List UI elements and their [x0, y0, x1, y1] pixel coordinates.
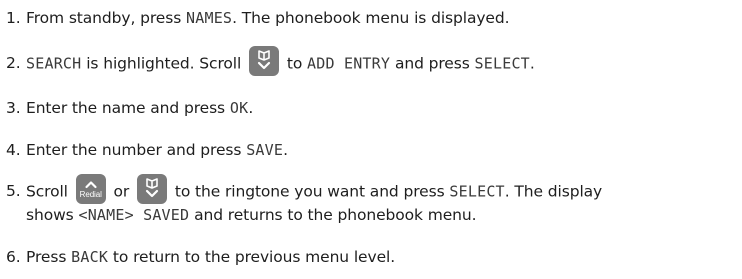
text-fragment: to the ringtone you want and press	[170, 182, 450, 201]
text-fragment: to	[282, 54, 308, 73]
step-3: 3. Enter the name and press OK.	[6, 97, 736, 120]
lcd-label-ok: OK	[229, 99, 249, 117]
step-4: 4. Enter the number and press SAVE.	[6, 139, 736, 162]
text-fragment: . The display	[504, 182, 603, 201]
step-text: From standby, press NAMES. The phonebook…	[26, 7, 736, 30]
redial-key-label: Redial	[79, 190, 102, 199]
text-fragment: and returns to the phonebook menu.	[189, 206, 477, 224]
text-fragment: From standby, press	[26, 9, 186, 27]
text-fragment: Scroll	[26, 182, 73, 201]
text-fragment: Enter the name and press	[26, 99, 230, 117]
text-fragment: and press	[390, 54, 475, 73]
step-text: SEARCH is highlighted. Scroll to ADD ENT…	[26, 46, 736, 76]
lcd-label-name-saved: <NAME> SAVED	[78, 206, 190, 224]
step-number: 5.	[6, 182, 21, 200]
text-fragment: shows	[26, 206, 79, 224]
text-fragment: or	[108, 182, 135, 201]
step-5: 5. Scroll Redial or to the ringtone you …	[6, 174, 736, 227]
lcd-label-save: SAVE	[246, 141, 284, 159]
step-number: 1.	[6, 9, 21, 27]
step-6: 6. Press BACK to return to the previous …	[6, 246, 736, 269]
phonebook-down-icon	[137, 174, 168, 204]
step-2: 2. SEARCH is highlighted. Scroll to ADD …	[6, 46, 736, 76]
text-fragment: .	[248, 99, 254, 117]
lcd-label-select: SELECT	[474, 54, 530, 73]
lcd-label-search: SEARCH	[26, 54, 82, 73]
text-fragment: to return to the previous menu level.	[108, 248, 396, 266]
phonebook-down-icon	[249, 46, 280, 76]
lcd-label-select: SELECT	[449, 182, 505, 201]
step-number: 4.	[6, 141, 21, 159]
step-text: Enter the name and press OK.	[26, 97, 736, 120]
text-fragment: . The phonebook menu is displayed.	[232, 9, 510, 27]
step-number: 3.	[6, 99, 21, 117]
text-fragment: .	[529, 54, 535, 73]
lcd-label-add-entry: ADD ENTRY	[307, 54, 391, 73]
step-text: Press BACK to return to the previous men…	[26, 246, 736, 269]
step-text: Enter the number and press SAVE.	[26, 139, 736, 162]
step-number: 2.	[6, 54, 21, 72]
lcd-label-back: BACK	[71, 248, 109, 266]
step-text: Scroll Redial or to the ringtone you wan…	[26, 174, 736, 227]
redial-up-icon: Redial	[75, 174, 106, 204]
text-fragment: is highlighted. Scroll	[81, 54, 247, 73]
step-1: 1. From standby, press NAMES. The phoneb…	[6, 7, 736, 30]
text-fragment: Press	[26, 248, 72, 266]
text-fragment: .	[283, 141, 288, 159]
text-fragment: Enter the number and press	[26, 141, 247, 159]
lcd-label-names: NAMES	[186, 9, 233, 27]
step-number: 6.	[6, 248, 21, 266]
